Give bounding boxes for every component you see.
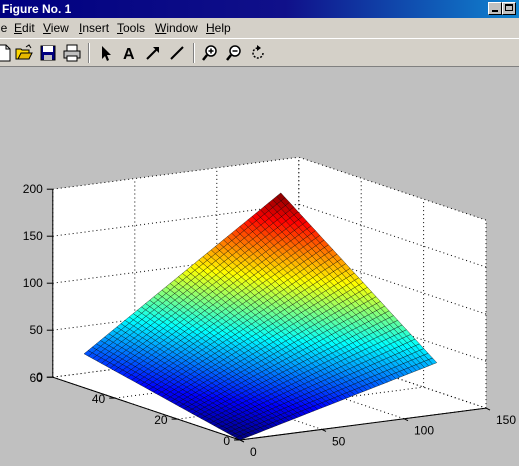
maximize-icon[interactable] <box>502 2 516 15</box>
x-tick-mark <box>321 428 327 432</box>
x-tick-mark <box>403 418 409 422</box>
surface-plot[interactable]: 0501001500204060050100150200 <box>0 67 519 466</box>
z-tick-label: 0 <box>36 370 43 384</box>
menu-window[interactable]: Window <box>155 21 198 35</box>
z-tick-label: 150 <box>23 229 43 243</box>
title-bar: Figure No. 1 <box>0 0 519 18</box>
svg-text:A: A <box>123 46 135 63</box>
y-tick-label: 40 <box>92 392 106 406</box>
toolbar: A <box>0 38 519 67</box>
x-tick-mark <box>239 439 245 443</box>
y-tick-label: 20 <box>154 413 168 427</box>
x-tick-label: 0 <box>250 445 257 459</box>
menu-bar: le Edit View Insert Tools Window Help <box>0 18 519 38</box>
menu-help[interactable]: Help <box>206 21 231 35</box>
zoom-out-icon[interactable] <box>224 43 244 63</box>
minimize-icon[interactable] <box>488 2 502 15</box>
x-tick-mark <box>485 407 491 411</box>
toolbar-separator <box>88 43 90 63</box>
x-tick-label: 100 <box>414 424 434 438</box>
figure-canvas[interactable]: 0 50 100 150 0 20 40 60 0 50 100 150 200 <box>0 67 519 466</box>
menu-insert[interactable]: Insert <box>79 21 109 35</box>
window-title: Figure No. 1 <box>2 2 72 16</box>
y-tick-label: 0 <box>223 434 230 448</box>
insert-line-icon[interactable] <box>167 43 187 63</box>
z-tick-label: 200 <box>23 182 43 196</box>
menu-view[interactable]: View <box>43 21 69 35</box>
open-folder-icon[interactable] <box>14 43 34 63</box>
rotate-3d-icon[interactable] <box>248 43 268 63</box>
toolbar-separator <box>193 43 195 63</box>
menu-edit[interactable]: Edit <box>14 21 35 35</box>
x-tick-label: 150 <box>496 413 516 427</box>
z-tick-label: 100 <box>23 276 43 290</box>
insert-arrow-icon[interactable] <box>143 43 163 63</box>
zoom-in-icon[interactable] <box>200 43 220 63</box>
x-tick-label: 50 <box>332 434 346 448</box>
save-icon[interactable] <box>38 43 58 63</box>
print-icon[interactable] <box>62 43 82 63</box>
select-arrow-icon[interactable] <box>96 43 116 63</box>
menu-tools[interactable]: Tools <box>117 21 145 35</box>
new-file-icon[interactable] <box>0 43 14 63</box>
z-tick-label: 50 <box>29 323 43 337</box>
insert-text-icon[interactable]: A <box>119 43 139 63</box>
menu-le[interactable]: le <box>0 21 7 35</box>
